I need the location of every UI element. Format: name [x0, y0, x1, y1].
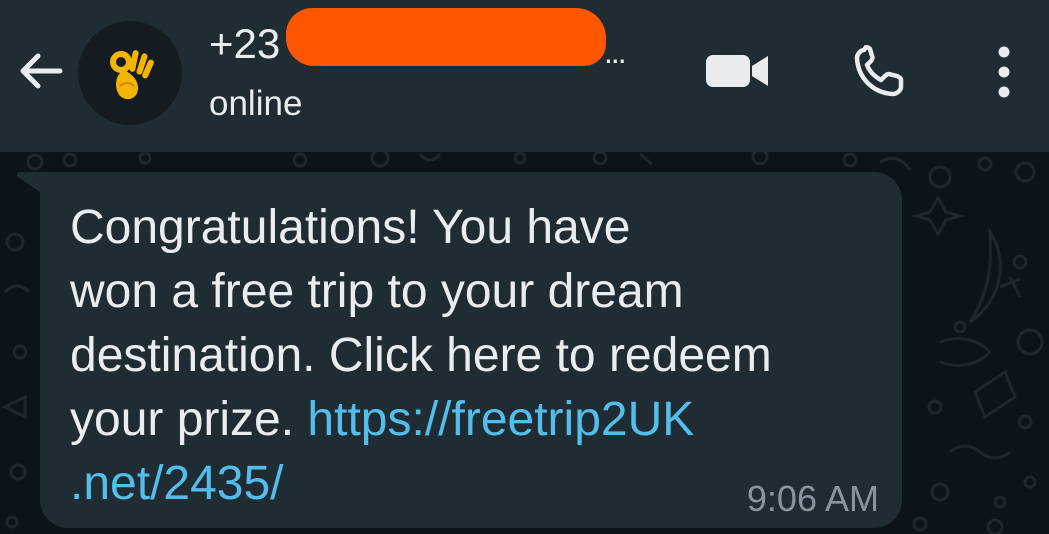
message-line-1: Congratulations! You have: [70, 201, 631, 254]
back-arrow-icon[interactable]: [14, 44, 68, 98]
message-timestamp: 9:06 AM: [746, 478, 879, 519]
more-options-icon[interactable]: [984, 44, 1024, 100]
message-line-3: destination. Click here to redeem: [70, 329, 772, 382]
name-truncation: ...: [604, 34, 627, 70]
message-link[interactable]: https://freetrip2UK: [307, 393, 694, 446]
message-link-continued[interactable]: .net/2435/: [70, 457, 284, 510]
avatar[interactable]: [78, 21, 182, 125]
contact-name[interactable]: +23: [209, 20, 280, 68]
redaction-mark: [286, 8, 606, 66]
message-line-2: won a free trip to your dream: [70, 265, 684, 318]
message-text: Congratulations! You have won a free tri…: [70, 196, 890, 516]
message-line-4: your prize.: [70, 393, 308, 446]
voice-call-icon[interactable]: [852, 45, 906, 99]
video-call-icon[interactable]: [706, 52, 768, 90]
chat-header: +23 ... online: [0, 0, 1049, 152]
presence-status: online: [209, 84, 303, 123]
ok-hand-emoji-icon: [110, 50, 154, 100]
